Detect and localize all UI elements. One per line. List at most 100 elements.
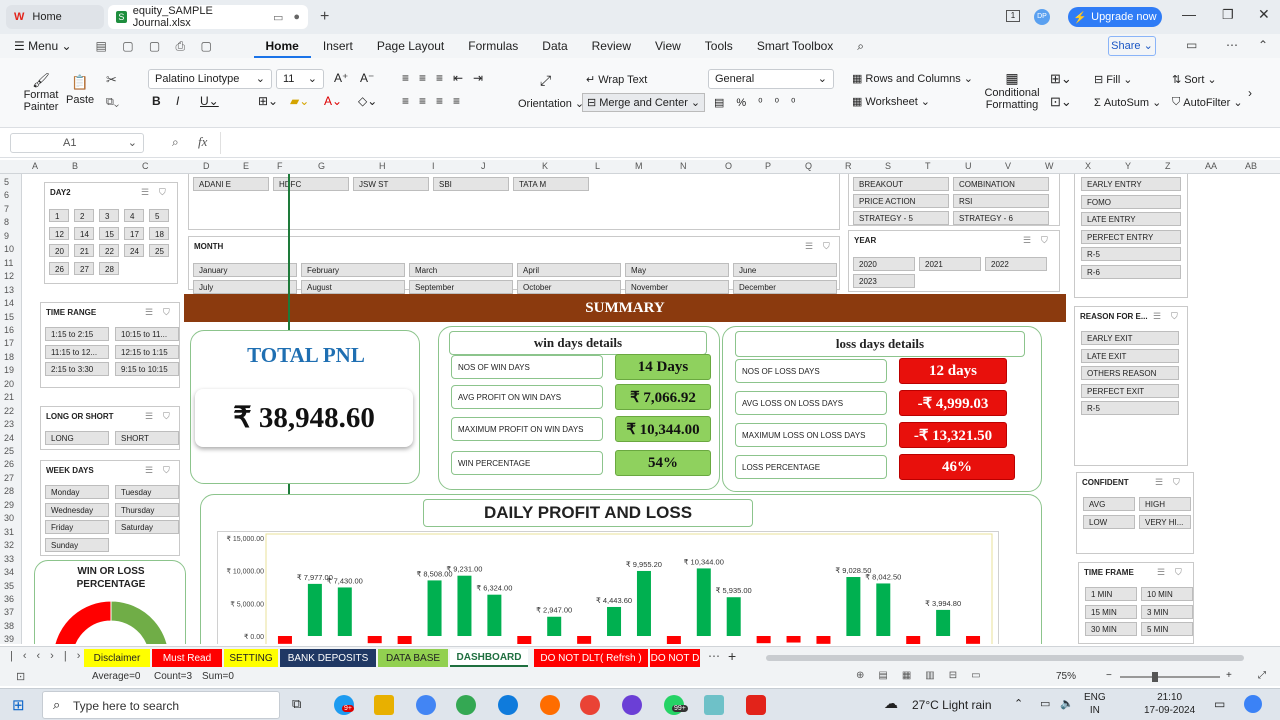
font-color-icon[interactable]: A⌄	[324, 94, 342, 108]
slicer-item[interactable]: 2	[74, 209, 94, 222]
wps-office-icon[interactable]	[746, 695, 766, 715]
sheet-tab[interactable]: DO NOT DLT( Refrsh )	[534, 649, 648, 667]
slicer-item[interactable]: 2020	[853, 257, 915, 271]
row-header[interactable]: 39	[4, 634, 14, 644]
clear-filter-icon[interactable]: ⛉	[1173, 477, 1180, 488]
autofilter-button[interactable]: ⛉ AutoFilter ⌄	[1172, 96, 1243, 109]
column-header-F[interactable]: F	[277, 161, 283, 171]
name-box[interactable]: A1 ⌄	[10, 133, 144, 153]
row-header[interactable]: 7	[4, 204, 9, 214]
sheet-tab[interactable]: DO NOT D	[650, 649, 700, 667]
row-header[interactable]: 22	[4, 406, 14, 416]
row-header[interactable]: 27	[4, 473, 14, 483]
slicer-item[interactable]: 1 MIN	[1085, 587, 1137, 601]
slicer-item[interactable]: R-5	[1081, 247, 1181, 261]
number-format-select[interactable]: General ⌄	[708, 69, 834, 89]
slicer-item[interactable]: 24	[124, 244, 144, 257]
new-tab-plus-icon[interactable]: +	[320, 8, 329, 26]
column-header-H[interactable]: H	[379, 161, 386, 171]
row-header[interactable]: 28	[4, 486, 14, 496]
wrap-text-button[interactable]: ↵ Wrap Text	[586, 73, 647, 87]
slicer-item[interactable]: April	[517, 263, 621, 277]
close-icon[interactable]: ✕	[1258, 6, 1270, 23]
paste-button[interactable]: 📋 Paste	[66, 74, 94, 106]
column-header-U[interactable]: U	[965, 161, 972, 171]
horizontal-scrollbar[interactable]	[766, 655, 1244, 661]
borders-icon[interactable]: ⊞⌄	[258, 94, 278, 108]
row-header[interactable]: 29	[4, 500, 14, 510]
tab-page-layout[interactable]: Page Layout	[365, 34, 456, 58]
multi-select-icon[interactable]: ☰	[805, 241, 813, 252]
multi-select-icon[interactable]: ☰	[1153, 311, 1161, 322]
tab-data[interactable]: Data	[530, 34, 579, 58]
slicer-item[interactable]: May	[625, 263, 729, 277]
chrome-alt-icon[interactable]	[580, 695, 600, 715]
bold-icon[interactable]: B	[152, 94, 161, 108]
zoom-in-icon[interactable]: +	[1226, 670, 1232, 681]
network-icon[interactable]: ▭	[1040, 697, 1050, 710]
slicer-item[interactable]: OTHERS REASON	[1081, 366, 1179, 380]
slicer-item[interactable]: 2:15 to 3:30	[45, 362, 109, 376]
chrome-icon[interactable]	[416, 695, 436, 715]
comment-icon[interactable]: ▭	[1186, 38, 1197, 52]
orientation-button[interactable]: Orientation ⌄	[518, 97, 584, 111]
row-header[interactable]: 26	[4, 459, 14, 469]
slicer-item[interactable]: LOW	[1083, 514, 1135, 529]
slicer-item[interactable]: 10 MIN	[1141, 587, 1193, 601]
conditional-formatting-button[interactable]: ▦ Conditional Formatting	[984, 71, 1040, 111]
clock[interactable]: 21:10 17-09-2024	[1144, 691, 1195, 717]
row-header[interactable]: 10	[4, 244, 14, 254]
column-header-C[interactable]: C	[142, 161, 149, 171]
row-header[interactable]: 23	[4, 419, 14, 429]
slicer-item[interactable]: Saturday	[115, 520, 179, 534]
sheet-tab[interactable]: DATA BASE	[378, 649, 448, 667]
slicer-item[interactable]: 18	[149, 226, 169, 240]
avatar[interactable]: DP	[1034, 9, 1050, 25]
slicer-item[interactable]: HDFC	[273, 177, 349, 191]
column-header-N[interactable]: N	[680, 161, 687, 171]
zoom-slider-thumb[interactable]	[1152, 672, 1158, 682]
clear-filter-icon[interactable]: ⛉	[823, 241, 830, 252]
fill-button[interactable]: ⊟ Fill ⌄	[1094, 73, 1133, 87]
share-button[interactable]: Share ⌄	[1108, 36, 1156, 56]
column-header-E[interactable]: E	[243, 161, 249, 171]
app2-icon[interactable]	[704, 695, 724, 715]
multi-select-icon[interactable]: ☰	[1023, 235, 1031, 246]
slicer-item[interactable]: September	[409, 280, 513, 294]
row-header[interactable]: 17	[4, 338, 14, 348]
multi-select-icon[interactable]: ☰	[145, 465, 153, 476]
slicer-item[interactable]: 15 MIN	[1085, 604, 1137, 619]
tab-review[interactable]: Review	[580, 34, 643, 58]
firefox-icon[interactable]	[540, 695, 560, 715]
slicer-item[interactable]: December	[733, 280, 837, 294]
sheet-tab[interactable]: BANK DEPOSITS	[280, 649, 376, 667]
tab-formulas[interactable]: Formulas	[456, 34, 530, 58]
slicer-item[interactable]: February	[301, 263, 405, 277]
slicer-item[interactable]: Thursday	[115, 502, 179, 517]
sheet-tab[interactable]: DASHBOARD	[450, 649, 528, 667]
slicer-item[interactable]: Sunday	[45, 537, 109, 552]
row-header[interactable]: 11	[4, 258, 13, 268]
slicer-item[interactable]: AVG	[1083, 497, 1135, 511]
slicer-item[interactable]: R-6	[1081, 264, 1181, 279]
task-view-icon[interactable]: ⧉	[292, 696, 301, 712]
notification-icon[interactable]: ▭	[1214, 697, 1225, 711]
copy-icon[interactable]: ⧉⌄	[106, 96, 119, 109]
slicer-item[interactable]: July	[193, 280, 297, 294]
formula-input[interactable]	[220, 132, 1274, 154]
monitor-icon[interactable]: ▭	[273, 11, 283, 24]
slicer-item[interactable]: 27	[74, 261, 94, 275]
slicer-item[interactable]: HIGH	[1139, 497, 1191, 511]
column-header-A[interactable]: A	[32, 161, 38, 171]
tab-smart-toolbox[interactable]: Smart Toolbox	[745, 34, 845, 58]
column-header-O[interactable]: O	[725, 161, 732, 171]
number-format-icons[interactable]: ▤%⁰⁰⁰	[714, 96, 807, 109]
row-header[interactable]: 36	[4, 594, 14, 604]
add-sheet-icon[interactable]: +	[728, 648, 736, 664]
column-header-K[interactable]: K	[542, 161, 548, 171]
slicer-item[interactable]: 2022	[985, 257, 1047, 271]
align-vertical-icons[interactable]: ≡≡≡⇤⇥	[402, 71, 493, 85]
slicer-item[interactable]: Friday	[45, 520, 109, 534]
slicer-item[interactable]: 1	[49, 209, 69, 222]
sort-button[interactable]: ⇅ Sort ⌄	[1172, 73, 1217, 87]
